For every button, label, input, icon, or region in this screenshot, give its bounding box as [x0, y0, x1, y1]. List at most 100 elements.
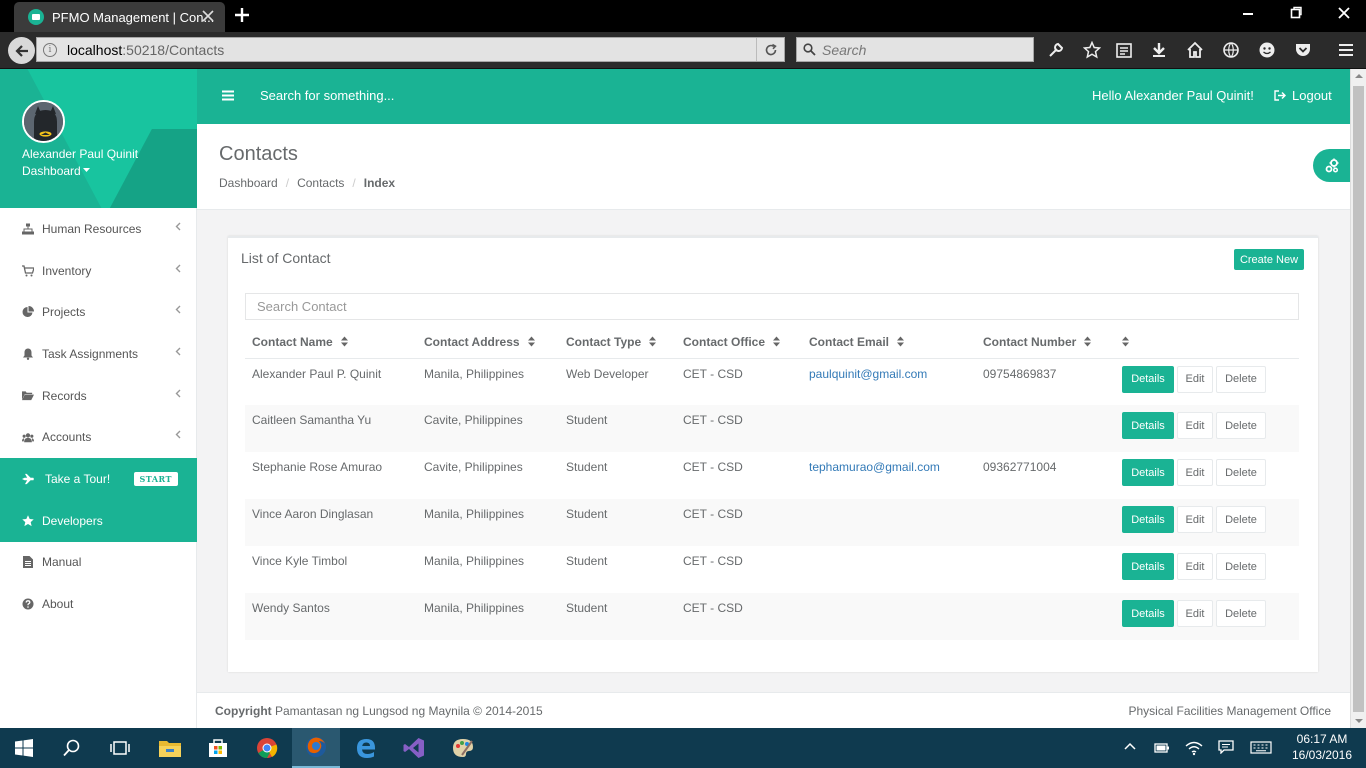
- column-header-address[interactable]: Contact Address: [417, 326, 559, 359]
- site-info-icon[interactable]: i: [43, 42, 57, 57]
- column-header-number[interactable]: Contact Number: [976, 326, 1115, 359]
- cell-number: 09754869837: [976, 358, 1115, 405]
- tab-close-icon[interactable]: [201, 9, 215, 23]
- wrench-icon[interactable]: [1047, 41, 1065, 59]
- browser-search-input[interactable]: Search: [796, 37, 1034, 62]
- cell-type: Student: [559, 546, 676, 593]
- sidebar-item-accounts[interactable]: Accounts: [0, 416, 197, 458]
- edit-button[interactable]: Edit: [1177, 365, 1213, 393]
- column-header-name[interactable]: Contact Name: [245, 326, 417, 359]
- reload-icon[interactable]: [756, 38, 784, 61]
- edit-button[interactable]: Edit: [1177, 459, 1213, 486]
- details-button[interactable]: Details: [1122, 600, 1174, 627]
- keyboard-icon[interactable]: [1250, 740, 1272, 754]
- details-button[interactable]: Details: [1122, 553, 1174, 580]
- chevron-left-icon: [175, 222, 181, 231]
- delete-button[interactable]: Delete: [1216, 365, 1266, 393]
- create-new-button[interactable]: Create New: [1234, 249, 1304, 270]
- delete-button[interactable]: Delete: [1216, 600, 1266, 627]
- email-link[interactable]: paulquinit@gmail.com: [809, 367, 927, 381]
- restore-icon[interactable]: [1290, 6, 1302, 20]
- edit-button[interactable]: Edit: [1177, 506, 1213, 533]
- home-icon[interactable]: [1186, 41, 1204, 59]
- logout-link[interactable]: Logout: [1274, 88, 1332, 103]
- breadcrumb-dashboard[interactable]: Dashboard: [219, 176, 278, 190]
- back-button[interactable]: [8, 37, 35, 64]
- pocket-icon[interactable]: [1294, 41, 1312, 59]
- email-link[interactable]: tephamurao@gmail.com: [809, 460, 940, 474]
- edge-icon[interactable]: [342, 728, 390, 768]
- address-bar[interactable]: i localhost:50218/Contacts: [36, 37, 785, 62]
- breadcrumb-contacts[interactable]: Contacts: [297, 176, 344, 190]
- bookmark-star-icon[interactable]: [1083, 41, 1101, 59]
- details-button[interactable]: Details: [1122, 412, 1174, 439]
- hamburger-menu-icon[interactable]: [222, 90, 234, 101]
- details-button[interactable]: Details: [1122, 506, 1174, 533]
- profile-dashboard-dropdown[interactable]: Dashboard: [22, 164, 90, 178]
- column-header-type[interactable]: Contact Type: [559, 326, 676, 359]
- new-tab-icon[interactable]: [233, 6, 251, 24]
- theme-settings-button[interactable]: [1313, 149, 1350, 182]
- delete-button[interactable]: Delete: [1216, 553, 1266, 580]
- globe-addon-icon[interactable]: [1222, 41, 1240, 59]
- column-header-office[interactable]: Contact Office: [676, 326, 802, 359]
- taskbar-search-icon[interactable]: [48, 728, 96, 768]
- column-header-actions[interactable]: [1115, 326, 1299, 359]
- windows-start-icon[interactable]: [0, 728, 48, 768]
- browser-tab[interactable]: PFMO Management | Con...: [14, 2, 225, 32]
- page-footer: Copyright Pamantasan ng Lungsod ng Mayni…: [197, 692, 1350, 728]
- task-view-icon[interactable]: [96, 728, 144, 768]
- contact-list-panel: List of Contact Create New Search Contac…: [228, 236, 1318, 672]
- minimize-icon[interactable]: [1242, 6, 1254, 20]
- edit-button[interactable]: Edit: [1177, 600, 1213, 627]
- edit-button[interactable]: Edit: [1177, 553, 1213, 580]
- sidebar-item-about[interactable]: About: [0, 583, 197, 625]
- visual-studio-icon[interactable]: [390, 728, 438, 768]
- details-button[interactable]: Details: [1122, 459, 1174, 486]
- sort-icon: [773, 336, 781, 347]
- scroll-up-icon[interactable]: [1351, 69, 1366, 83]
- scroll-down-icon[interactable]: [1351, 714, 1366, 728]
- delete-button[interactable]: Delete: [1216, 459, 1266, 486]
- sidebar-item-task-assignments[interactable]: Task Assignments: [0, 333, 197, 375]
- chrome-icon[interactable]: [243, 728, 291, 768]
- sidebar-item-projects[interactable]: Projects: [0, 291, 197, 333]
- cell-name: Caitleen Samantha Yu: [245, 405, 417, 452]
- window-close-icon[interactable]: [1338, 6, 1350, 20]
- reading-list-icon[interactable]: [1115, 41, 1133, 59]
- page-scrollbar[interactable]: [1350, 69, 1366, 728]
- browser-menu-icon[interactable]: [1337, 41, 1355, 59]
- profile-name: Alexander Paul Quinit: [22, 147, 139, 161]
- firefox-icon[interactable]: [292, 728, 340, 768]
- top-search-input[interactable]: Search for something...: [260, 88, 394, 103]
- paint-icon[interactable]: [439, 728, 487, 768]
- sidebar-item-inventory[interactable]: Inventory: [0, 250, 197, 292]
- column-header-email[interactable]: Contact Email: [802, 326, 976, 359]
- delete-button[interactable]: Delete: [1216, 506, 1266, 533]
- sidebar-item-label: Developers: [42, 513, 103, 528]
- sidebar-item-manual[interactable]: Manual: [0, 542, 197, 584]
- cell-type: Student: [559, 405, 676, 452]
- cell-office: CET - CSD: [676, 405, 802, 452]
- avatar[interactable]: [22, 100, 65, 143]
- wifi-icon[interactable]: [1185, 740, 1203, 756]
- delete-button[interactable]: Delete: [1216, 412, 1266, 439]
- cell-type: Web Developer: [559, 358, 676, 405]
- download-icon[interactable]: [1150, 41, 1168, 59]
- details-button[interactable]: Details: [1122, 365, 1174, 393]
- notifications-icon[interactable]: [1218, 740, 1234, 754]
- sidebar-item-human-resources[interactable]: Human Resources: [0, 208, 197, 250]
- edit-button[interactable]: Edit: [1177, 412, 1213, 439]
- show-hidden-icons-icon[interactable]: [1124, 740, 1136, 754]
- file-explorer-icon[interactable]: [146, 728, 194, 768]
- sidebar-item-developers[interactable]: Developers: [0, 499, 197, 542]
- scrollbar-thumb[interactable]: [1353, 86, 1364, 712]
- sidebar-item-records[interactable]: Records: [0, 375, 197, 417]
- taskbar-clock[interactable]: 06:17 AM 16/03/2016: [1284, 731, 1360, 763]
- emoji-addon-icon[interactable]: [1258, 41, 1276, 59]
- sidebar-item-take-a-tour[interactable]: Take a Tour! START: [0, 458, 197, 500]
- store-icon[interactable]: [194, 728, 242, 768]
- table-row: Alexander Paul P. Quinit Manila, Philippi…: [245, 358, 1299, 405]
- contact-search-input[interactable]: Search Contact: [245, 293, 1299, 320]
- battery-icon[interactable]: [1154, 740, 1170, 754]
